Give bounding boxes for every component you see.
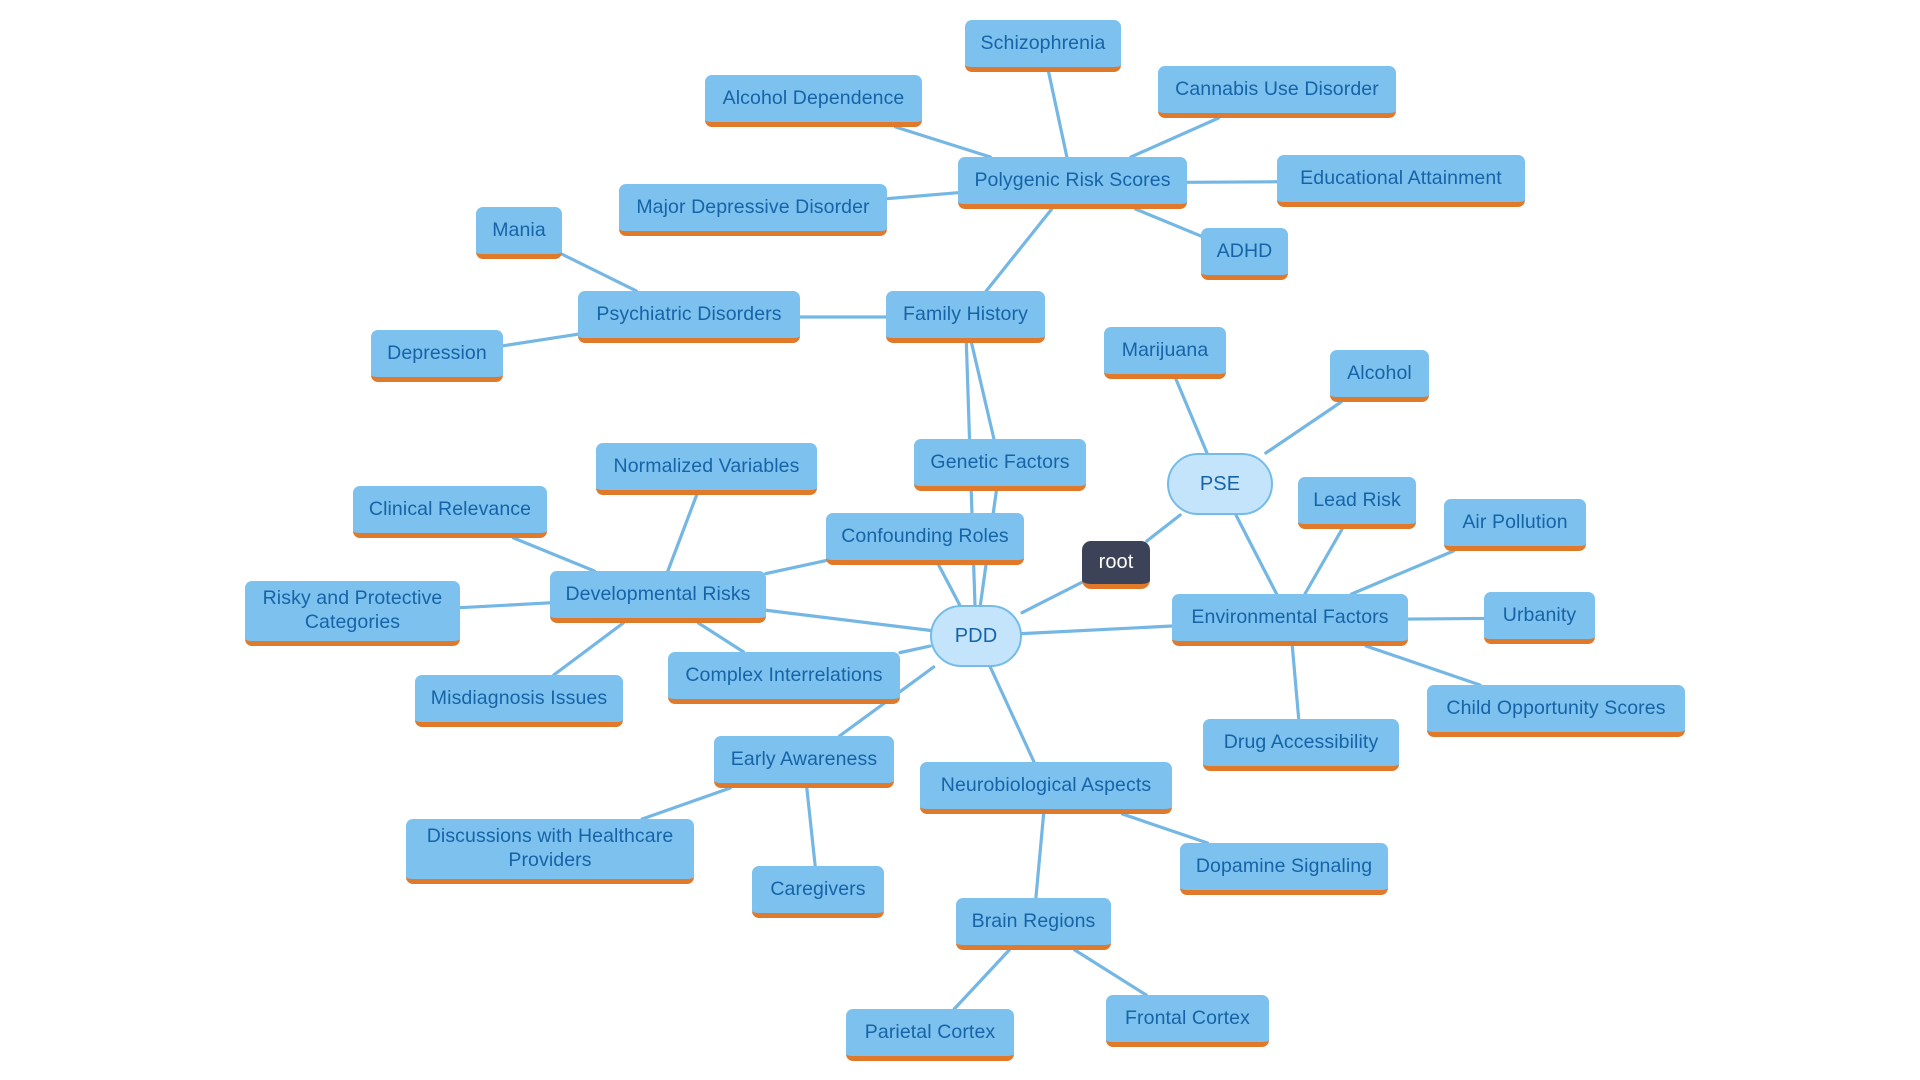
mindmap-node-psychiatric-disorders[interactable]: Psychiatric Disorders [578,291,800,343]
mindmap-node-genetic-factors[interactable]: Genetic Factors [914,439,1086,491]
mindmap-node-adhd[interactable]: ADHD [1201,228,1288,280]
mindmap-node-discussions-with-providers[interactable]: Discussions with Healthcare Providers [406,819,694,884]
mindmap-node-caregivers[interactable]: Caregivers [752,866,884,918]
mindmap-node-pdd[interactable]: PDD [930,605,1022,667]
mindmap-node-dopamine-signaling[interactable]: Dopamine Signaling [1180,843,1388,895]
mindmap-node-marijuana[interactable]: Marijuana [1104,327,1226,379]
mindmap-node-family-history[interactable]: Family History [886,291,1045,343]
mindmap-node-schizophrenia[interactable]: Schizophrenia [965,20,1121,72]
mindmap-node-lead-risk[interactable]: Lead Risk [1298,477,1416,529]
mindmap-node-normalized-variables[interactable]: Normalized Variables [596,443,817,495]
mindmap-node-alcohol[interactable]: Alcohol [1330,350,1429,402]
mindmap-canvas: root PDD PSE Schizophrenia Alcohol Dependenc… [0,0,1920,1080]
mindmap-node-urbanity[interactable]: Urbanity [1484,592,1595,644]
mindmap-node-major-depressive-disorder[interactable]: Major Depressive Disorder [619,184,887,236]
mindmap-node-air-pollution[interactable]: Air Pollution [1444,499,1586,551]
mindmap-node-environmental-factors[interactable]: Environmental Factors [1172,594,1408,646]
mindmap-node-child-opportunity-scores[interactable]: Child Opportunity Scores [1427,685,1685,737]
mindmap-node-clinical-relevance[interactable]: Clinical Relevance [353,486,547,538]
mindmap-node-early-awareness[interactable]: Early Awareness [714,736,894,788]
mindmap-node-pse[interactable]: PSE [1167,453,1273,515]
mindmap-node-frontal-cortex[interactable]: Frontal Cortex [1106,995,1269,1047]
mindmap-node-mania[interactable]: Mania [476,207,562,259]
mindmap-node-confounding-roles[interactable]: Confounding Roles [826,513,1024,565]
mindmap-node-developmental-risks[interactable]: Developmental Risks [550,571,766,623]
mindmap-node-complex-interrelations[interactable]: Complex Interrelations [668,652,900,704]
mindmap-node-brain-regions[interactable]: Brain Regions [956,898,1111,950]
node-layer: root PDD PSE Schizophrenia Alcohol Dependenc… [0,0,1920,1080]
mindmap-node-polygenic-risk-scores[interactable]: Polygenic Risk Scores [958,157,1187,209]
mindmap-node-root[interactable]: root [1082,541,1150,589]
mindmap-node-parietal-cortex[interactable]: Parietal Cortex [846,1009,1014,1061]
mindmap-node-drug-accessibility[interactable]: Drug Accessibility [1203,719,1399,771]
mindmap-node-risky-and-protective[interactable]: Risky and Protective Categories [245,581,460,646]
mindmap-node-cannabis-use-disorder[interactable]: Cannabis Use Disorder [1158,66,1396,118]
mindmap-node-depression[interactable]: Depression [371,330,503,382]
mindmap-node-alcohol-dependence[interactable]: Alcohol Dependence [705,75,922,127]
mindmap-node-neurobiological-aspects[interactable]: Neurobiological Aspects [920,762,1172,814]
mindmap-node-misdiagnosis-issues[interactable]: Misdiagnosis Issues [415,675,623,727]
mindmap-node-educational-attainment[interactable]: Educational Attainment [1277,155,1525,207]
